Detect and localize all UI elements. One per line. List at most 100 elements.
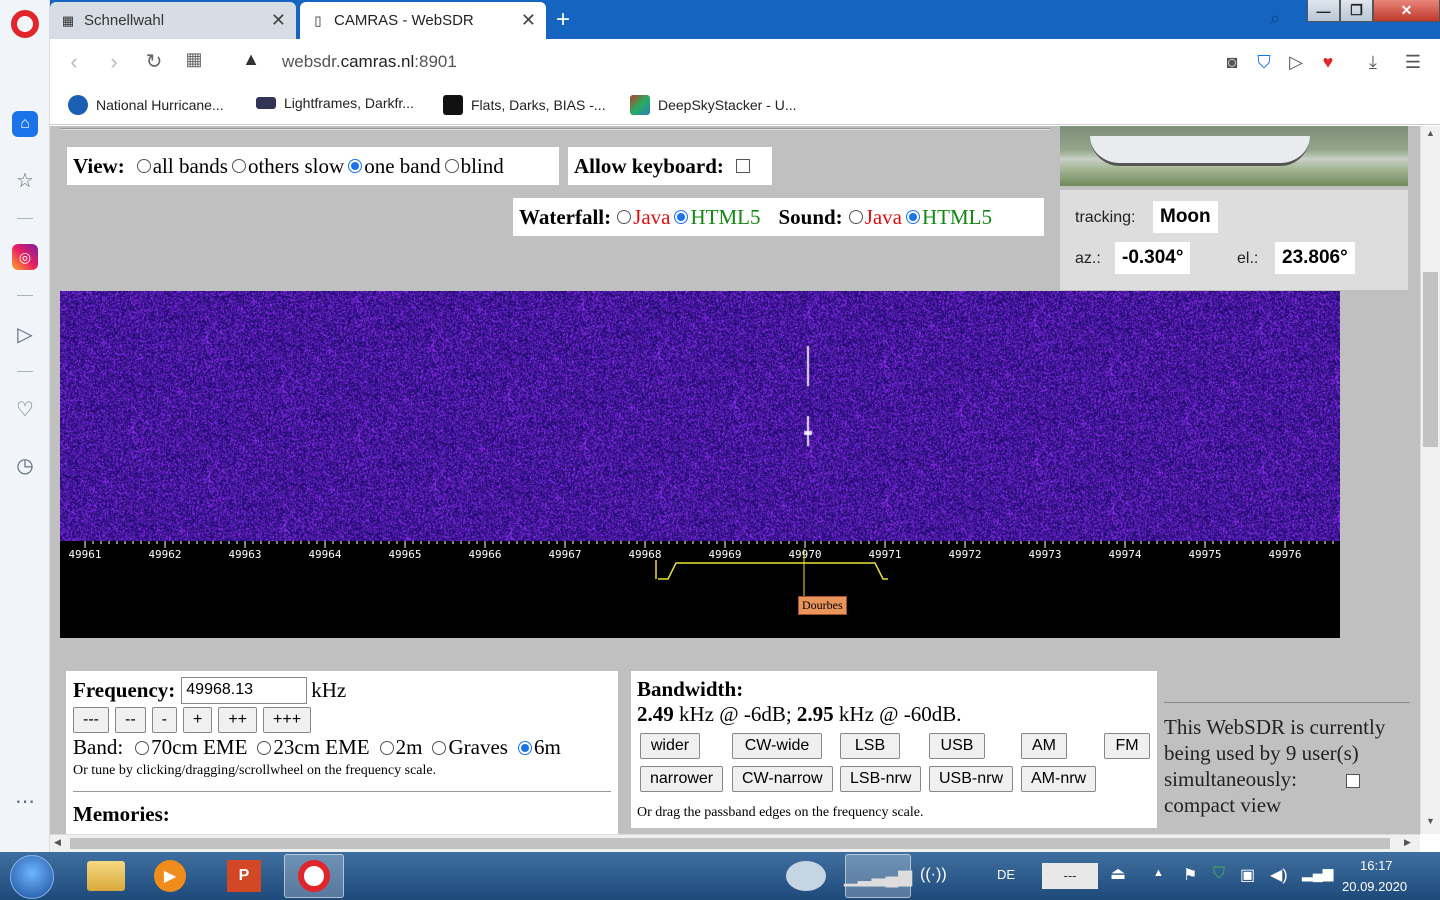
cw-wide-button[interactable]: CW-wide [732, 733, 822, 759]
maximize-button[interactable]: ❐ [1340, 0, 1373, 22]
star-icon[interactable]: ☆ [12, 167, 38, 193]
opera-taskbar-icon[interactable] [284, 854, 344, 898]
scrollbar-thumb[interactable] [1423, 272, 1438, 447]
bookmark-item[interactable]: DeepSkyStacker - U... [630, 95, 797, 115]
step-up-2-button[interactable]: ++ [218, 707, 257, 733]
usb-nrw-button[interactable]: USB-nrw [929, 766, 1014, 792]
view-radio-slow[interactable] [231, 159, 246, 173]
new-tab-icon[interactable]: + [550, 6, 576, 34]
signal-icon[interactable]: ▂▄▆ [1302, 865, 1333, 882]
scroll-down-icon[interactable]: ▼ [1426, 816, 1435, 826]
keyboard-checkbox[interactable] [735, 159, 750, 173]
step-down-1-button[interactable]: - [151, 707, 177, 733]
step-up-3-button[interactable]: +++ [263, 707, 312, 733]
view-radio-all[interactable] [136, 159, 151, 173]
scrollbar-thumb[interactable] [70, 838, 1390, 849]
scroll-up-icon[interactable]: ▲ [1426, 128, 1435, 138]
am-nrw-button[interactable]: AM-nrw [1021, 766, 1097, 792]
power-plug-icon[interactable]: ⏏ [1110, 864, 1126, 884]
back-icon[interactable]: ‹ [60, 49, 88, 75]
view-radio-blind[interactable] [444, 159, 459, 173]
step-down-2-button[interactable]: -- [114, 707, 146, 733]
network-icon[interactable]: ▣ [1240, 865, 1255, 885]
sound-java-radio[interactable] [848, 210, 863, 224]
powerpoint-icon[interactable]: P [214, 854, 274, 898]
opera-logo-icon[interactable] [11, 10, 39, 38]
sidebar-divider [17, 371, 33, 372]
scroll-left-icon[interactable]: ◀ [54, 837, 61, 848]
wifi-icon[interactable]: ((·)) [920, 866, 947, 884]
close-icon[interactable]: ✕ [271, 10, 286, 31]
lsb-button[interactable]: LSB [840, 733, 900, 759]
view-radio-one[interactable] [348, 159, 363, 173]
frequency-scale[interactable]: 49961 49962 49963 49964 49965 49966 49967 49968… [60, 541, 1340, 638]
sound-html5-radio[interactable] [906, 210, 921, 224]
window-close-button[interactable]: ✕ [1373, 0, 1440, 22]
waterfall-canvas[interactable] [60, 291, 1340, 541]
step-up-1-button[interactable]: + [182, 707, 213, 733]
tab-schnellwahl[interactable]: ▦ Schnellwahl ✕ [50, 2, 296, 39]
compact-view-checkbox[interactable] [1346, 774, 1361, 789]
scale-graphics[interactable]: 49961 49962 49963 49964 49965 49966 49967 49968… [60, 541, 1340, 638]
band-radio-70cm[interactable] [135, 740, 150, 755]
security-icon[interactable]: ⛉ [1213, 865, 1225, 883]
bookmark-item[interactable]: Lightframes, Darkfr... [256, 95, 414, 111]
signal-meter-icon[interactable]: ▁▂▃▄▆ [844, 854, 912, 898]
forward-icon[interactable]: › [100, 49, 128, 75]
band-radio-2m[interactable] [379, 740, 394, 755]
bandwidth-panel: Bandwidth: 2.49 kHz @ -6dB; 2.95 kHz @ -… [631, 671, 1157, 828]
band-radio-23cm[interactable] [257, 740, 272, 755]
scale-tick-label: 49962 [148, 548, 181, 561]
vertical-scrollbar[interactable]: ▲ ▼ [1420, 126, 1440, 834]
usb-button[interactable]: USB [929, 733, 985, 759]
send-icon[interactable]: ▷ [1285, 52, 1307, 73]
step-down-3-button[interactable]: --- [73, 707, 109, 733]
scroll-right-icon[interactable]: ▶ [1404, 837, 1411, 848]
waterfall-display[interactable] [60, 291, 1340, 541]
volume-icon[interactable]: ◀) [1270, 865, 1288, 885]
waterfall-html5-radio[interactable] [674, 210, 689, 224]
fm-button[interactable]: FM [1104, 733, 1150, 759]
explorer-icon[interactable] [76, 854, 136, 898]
heart-icon[interactable]: ♡ [12, 396, 38, 422]
wider-button[interactable]: wider [640, 733, 700, 759]
close-icon[interactable]: ✕ [521, 10, 536, 31]
start-button[interactable] [10, 855, 54, 899]
shield-icon[interactable]: ⛉ [1253, 52, 1275, 73]
more-icon[interactable]: ⋯ [12, 788, 38, 814]
settings-icon[interactable]: ☰ [1402, 52, 1424, 73]
clock-date[interactable]: 20.09.2020 [1342, 879, 1407, 894]
tab-websdr[interactable]: ▯ CAMRAS - WebSDR ✕ [300, 2, 546, 39]
tabs-grid-icon[interactable]: ▦ [180, 49, 208, 70]
download-icon[interactable]: ⤓ [1362, 52, 1384, 73]
horizontal-scrollbar[interactable]: ◀ ▶ [50, 834, 1420, 852]
minimize-button[interactable]: — [1307, 0, 1340, 22]
waterfall-java-radio[interactable] [617, 210, 632, 224]
url-field[interactable]: websdr.camras.nl:8901 [282, 52, 457, 72]
input-field[interactable]: --- [1042, 863, 1098, 889]
bookmark-item[interactable]: Flats, Darks, BIAS -... [443, 95, 606, 115]
search-tabs-icon[interactable]: ⌕ [1270, 8, 1280, 29]
warning-icon[interactable]: ▲ [237, 49, 265, 70]
media-player-icon[interactable]: ▶ [140, 854, 200, 898]
narrower-button[interactable]: narrower [640, 766, 724, 792]
frequency-input[interactable]: 49968.13 [181, 677, 308, 704]
reload-icon[interactable]: ↻ [140, 49, 168, 74]
am-button[interactable]: AM [1021, 733, 1067, 759]
bookmark-item[interactable]: National Hurricane... [68, 95, 224, 115]
history-icon[interactable]: ◷ [12, 452, 38, 478]
send-icon[interactable]: ▷ [12, 321, 38, 347]
language-indicator[interactable]: DE [997, 867, 1015, 882]
network-drive-icon[interactable] [776, 854, 836, 898]
clock-time[interactable]: 16:17 [1360, 858, 1393, 873]
instagram-icon[interactable]: ◎ [12, 244, 38, 270]
camera-icon[interactable]: ◙ [1221, 52, 1243, 73]
lsb-nrw-button[interactable]: LSB-nrw [840, 766, 922, 792]
cw-narrow-button[interactable]: CW-narrow [732, 766, 833, 792]
band-radio-graves[interactable] [432, 740, 447, 755]
show-hidden-icon[interactable]: ▲ [1153, 867, 1164, 879]
flag-icon[interactable]: ⚑ [1183, 865, 1197, 885]
home-icon[interactable]: ⌂ [12, 111, 38, 137]
band-radio-6m[interactable] [517, 740, 532, 755]
heart-icon[interactable]: ♥ [1317, 52, 1339, 73]
